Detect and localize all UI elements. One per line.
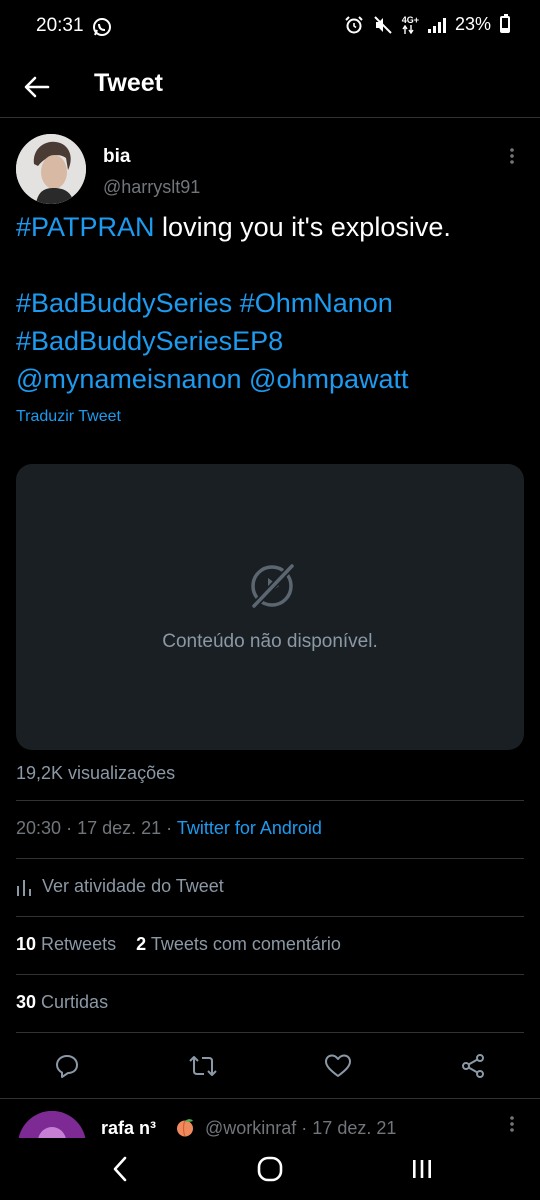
more-options-icon[interactable] [502, 1114, 522, 1134]
divider [16, 800, 524, 801]
tweet-time: 20:30 [16, 818, 62, 838]
retweets-label: Retweets [41, 934, 117, 954]
retweets-stat[interactable]: 10 Retweets [16, 934, 116, 954]
mention-link[interactable]: @mynameisnanon [16, 364, 242, 394]
alarm-icon [344, 15, 363, 33]
more-options-icon[interactable] [502, 146, 522, 166]
data-arrows-icon [402, 24, 414, 34]
tweet-text-line: #PATPRAN loving you it's explosive. [16, 208, 526, 246]
tweet-date: 17 dez. 21 [77, 818, 162, 838]
engagement-stats: 10 Retweets 2 Tweets com comentário [16, 934, 341, 955]
hashtag-link[interactable]: #BadBuddySeriesEP8 [16, 326, 283, 356]
status-time: 20:31 [36, 15, 84, 36]
nav-back-button[interactable] [100, 1152, 140, 1186]
retweet-icon [189, 1056, 217, 1076]
reply-meta: @workinraf · 17 dez. 21 [205, 1118, 397, 1138]
status-bar: 20:31 4G+ 23% [0, 0, 540, 54]
meta-separator: · [66, 818, 78, 838]
media-unavailable-icon [251, 563, 295, 609]
tweet-text-segment [242, 364, 250, 394]
hashtag-link[interactable]: #PATPRAN [16, 212, 155, 242]
nav-home-button[interactable] [250, 1152, 290, 1186]
reply-handle: @workinraf [205, 1118, 297, 1138]
retweet-button[interactable] [185, 1048, 221, 1084]
tweet-text-line: #BadBuddySeries #OhmNanon [16, 284, 526, 322]
hashtag-link[interactable]: #BadBuddySeries [16, 288, 232, 318]
arrow-left-icon [24, 76, 50, 98]
header: Tweet [0, 54, 540, 118]
meta-separator: · [166, 818, 177, 838]
reply-date: 17 dez. 21 [312, 1118, 397, 1138]
page-title: Tweet [94, 69, 163, 97]
quotes-count: 2 [136, 934, 147, 954]
mute-icon [373, 15, 392, 34]
battery-fill [502, 28, 508, 31]
tweet-meta: 20:30 · 17 dez. 21 · Twitter for Android [16, 818, 322, 839]
likes-count: 30 [16, 992, 37, 1012]
peach-emoji-icon [177, 1119, 193, 1137]
media-container[interactable]: Conteúdo não disponível. [16, 464, 524, 750]
divider [16, 858, 524, 859]
media-unavailable-text: Conteúdo não disponível. [162, 631, 378, 652]
network-type: 4G+ [401, 14, 419, 25]
heart-icon [325, 1054, 351, 1077]
avatar[interactable] [16, 134, 86, 204]
chevron-left-icon [113, 1156, 127, 1182]
battery-percent: 23% [454, 14, 491, 34]
tweet-activity-label: Ver atividade do Tweet [42, 876, 224, 896]
tweet-text-line: @mynameisnanon @ohmpawatt [16, 360, 526, 398]
views-count: 19,2K visualizações [16, 763, 176, 783]
translate-tweet-link[interactable]: Traduzir Tweet [16, 408, 121, 426]
retweets-count: 10 [16, 934, 37, 954]
likes-label: Curtidas [41, 992, 109, 1012]
share-button[interactable] [455, 1048, 491, 1084]
back-button[interactable] [20, 70, 54, 104]
tweet-text-segment [232, 288, 240, 318]
reply-tweet[interactable]: rafa n³ @workinraf · 17 dez. 21 [0, 1098, 540, 1138]
tweet-activity-button[interactable]: Ver atividade do Tweet [16, 876, 224, 897]
quotes-label: Tweets com comentário [150, 934, 341, 954]
reply-button[interactable] [49, 1048, 85, 1084]
reply-author-name[interactable]: rafa n³ [101, 1118, 156, 1138]
nav-recents-button[interactable] [402, 1152, 442, 1186]
tweet-text-segment: loving you it's explosive. [154, 212, 451, 242]
signal-icon [427, 17, 446, 33]
share-icon [462, 1054, 484, 1078]
mention-link[interactable]: @ohmpawatt [249, 364, 408, 394]
whatsapp-icon [93, 18, 111, 36]
likes-stat[interactable]: 30 Curtidas [16, 992, 108, 1012]
tweet-actions [0, 1048, 540, 1084]
likes-stats: 30 Curtidas [16, 992, 108, 1013]
hashtag-link[interactable]: #OhmNanon [240, 288, 393, 318]
analytics-icon [17, 879, 31, 896]
battery-icon [500, 14, 510, 33]
tweet-text: #PATPRAN loving you it's explosive. #Bad… [16, 208, 526, 398]
divider [16, 916, 524, 917]
reply-avatar-photo [18, 1111, 86, 1138]
tweet-source-link[interactable]: Twitter for Android [177, 818, 322, 838]
reply-icon [56, 1055, 78, 1078]
status-icons: 4G+ 23% [344, 14, 510, 35]
like-button[interactable] [320, 1048, 356, 1084]
reply-avatar[interactable] [18, 1111, 86, 1138]
divider [16, 974, 524, 975]
system-navigation-bar [0, 1138, 540, 1200]
quotes-stat[interactable]: 2 Tweets com comentário [136, 934, 341, 954]
author-handle[interactable]: @harryslt91 [103, 177, 200, 198]
recent-apps-icon [413, 1160, 431, 1178]
tweet-text-line: #BadBuddySeriesEP8 [16, 322, 526, 360]
divider [16, 1032, 524, 1033]
avatar-photo [16, 134, 86, 204]
home-circle-icon [257, 1156, 283, 1182]
network-indicator: 4G+ [401, 14, 419, 34]
author-name[interactable]: bia [103, 146, 130, 168]
